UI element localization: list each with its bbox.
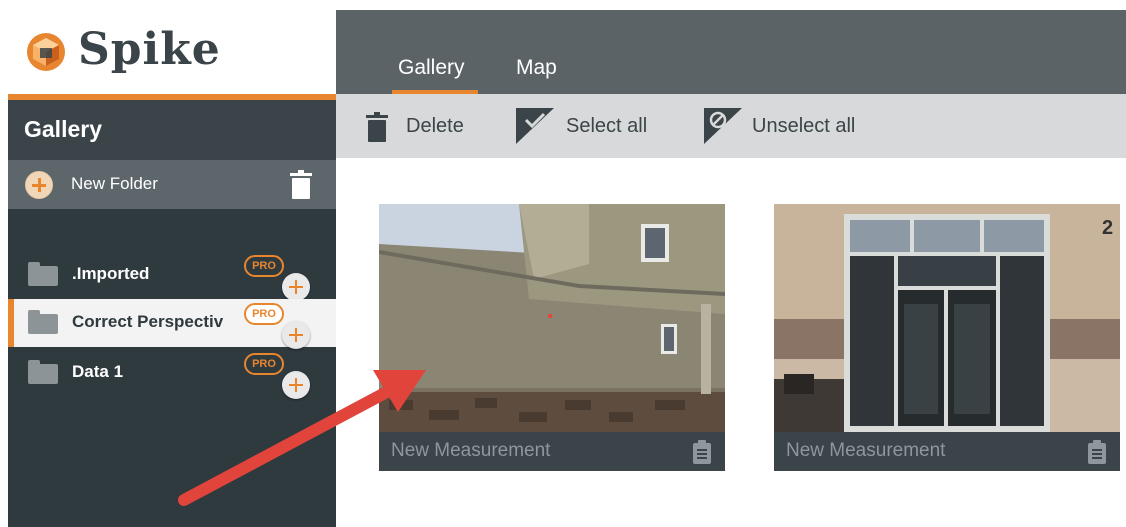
card-caption: New Measurement [391, 440, 551, 461]
clipboard-icon[interactable] [1088, 440, 1106, 464]
folder-label: Data 1 [72, 362, 124, 381]
folder-item-correct-perspective[interactable]: Correct Perspectiv PRO [8, 299, 336, 349]
app-logo-text: Spike [78, 24, 221, 75]
add-icon [25, 171, 53, 199]
sidebar: Spike Gallery New Folder .Imported PRO C… [8, 10, 336, 527]
folder-label: Correct Perspectiv [72, 312, 224, 331]
trash-icon [366, 112, 388, 142]
pro-badge: PRO [244, 255, 284, 277]
pro-badge: PRO [244, 303, 284, 325]
folder-list: .Imported PRO Correct Perspectiv PRO Dat… [8, 209, 336, 527]
clipboard-icon[interactable] [693, 440, 711, 464]
trash-icon[interactable] [290, 170, 312, 199]
select-all-label: Select all [566, 115, 648, 137]
storefront-doors-photo: 2 [774, 204, 1120, 432]
top-strip [0, 0, 1126, 10]
tab-bar: Gallery Map [336, 10, 1126, 94]
gallery-card[interactable]: 2 New Measurement [774, 204, 1120, 471]
logo-area: Spike [8, 10, 336, 94]
folder-item-imported[interactable]: .Imported PRO [8, 251, 336, 301]
card-caption: New Measurement [786, 440, 946, 461]
select-all-button[interactable]: Select all [516, 94, 666, 158]
sidebar-header: Gallery [8, 100, 336, 160]
delete-button[interactable]: Delete [366, 94, 476, 158]
select-all-icon [516, 108, 554, 144]
folder-icon [28, 262, 58, 286]
svg-text:2: 2 [1102, 217, 1113, 239]
unselect-all-icon [704, 108, 742, 144]
unselect-all-label: Unselect all [752, 115, 856, 137]
folder-label: .Imported [72, 264, 150, 283]
tab-map[interactable]: Map [516, 56, 557, 80]
new-folder-button[interactable]: New Folder [8, 160, 336, 209]
folder-icon [28, 310, 58, 334]
toolbar: Delete Select all Unselect all [336, 94, 1126, 158]
delete-label: Delete [406, 115, 464, 137]
new-folder-label: New Folder [71, 174, 158, 193]
add-icon[interactable] [282, 273, 310, 301]
add-icon[interactable] [282, 371, 310, 399]
pro-badge: PRO [244, 353, 284, 375]
folder-icon [28, 360, 58, 384]
gallery-card[interactable]: New Measurement [379, 204, 725, 471]
spike-logo-icon [27, 33, 65, 71]
unselect-all-button[interactable]: Unselect all [704, 94, 884, 158]
tab-gallery[interactable]: Gallery [398, 56, 465, 80]
folder-item-data-1[interactable]: Data 1 PRO [8, 349, 336, 399]
add-icon[interactable] [282, 321, 310, 349]
sidebar-title: Gallery [24, 116, 102, 142]
house-siding-photo [379, 204, 725, 432]
